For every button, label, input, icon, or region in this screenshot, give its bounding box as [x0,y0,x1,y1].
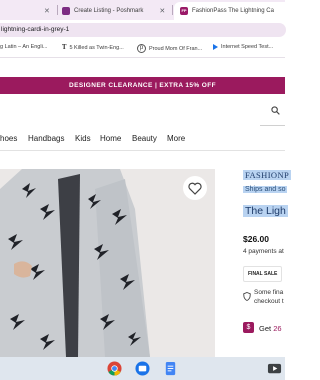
url-text: lightning-cardi-in-grey-1 [1,26,70,33]
browser-tab[interactable]: ✕ [0,2,56,20]
chrome-icon[interactable] [107,361,122,376]
docs-icon[interactable] [163,361,178,376]
os-taskbar [0,357,285,380]
rewards-text: Get 26 [259,324,282,333]
video-icon[interactable] [267,361,282,376]
nav-beauty[interactable]: Beauty [132,134,157,143]
tab-label: FashionPass The Lightning Ca [192,8,274,14]
play-icon [213,44,218,50]
search-icon[interactable] [271,106,280,115]
address-bar[interactable]: lightning-cardi-in-grey-1 [0,23,286,37]
cardigan-illustration [0,169,215,357]
bookmark-label: g Latin – An Engli... [0,44,48,50]
product-title: The Ligh [243,205,288,217]
final-sale-line: checkout t [254,298,284,305]
final-sale-line: Some fina [254,289,284,296]
browser-tab-poshmark[interactable]: Create Listing - Poshmark ✕ [58,2,174,20]
nav-home[interactable]: Home [100,134,121,143]
search-underline [260,125,285,126]
bookmark-label: Proud Mom Of Fran... [149,45,203,52]
bookmarks-bar: g Latin – An Engli... T 5 Killed as Twin… [0,40,285,58]
fashionpass-favicon-icon: FP [180,7,188,15]
category-nav: hoes Handbags Kids Home Beauty More [0,134,285,146]
product-brand[interactable]: FASHIONP [243,170,292,180]
close-icon[interactable]: ✕ [159,7,165,15]
nav-divider [0,150,285,151]
shipping-note: Ships and so [243,186,288,193]
rewards-amount: 26 [273,324,282,333]
bookmark-label: 5 Killed as Twin-Eng... [69,44,124,51]
tab-label: Create Listing - Poshmark [74,8,144,14]
final-sale-note: Some fina checkout t [254,288,284,306]
favorite-button[interactable] [183,176,207,200]
tab-divider [172,5,173,15]
browser-tab-fashionpass[interactable]: FP FashionPass The Lightning Ca [174,2,291,20]
rewards-icon: $ [243,322,254,333]
rewards-label: Get [259,324,272,333]
payment-plan: 4 payments at [243,248,284,255]
browser-tab-strip: ✕ Create Listing - Poshmark ✕ FP Fashion… [0,0,291,20]
nav-kids[interactable]: Kids [75,134,91,143]
pinterest-icon: p [137,44,146,53]
shield-icon [243,292,251,301]
nav-more[interactable]: More [167,134,185,143]
address-bar-area: lightning-cardi-in-grey-1 [0,20,286,40]
files-icon[interactable] [135,361,150,376]
bookmark-item[interactable]: p Proud Mom Of Fran... [137,44,202,53]
nav-handbags[interactable]: Handbags [28,134,64,143]
close-icon[interactable]: ✕ [44,7,50,15]
final-sale-badge: FINAL SALE [243,266,283,282]
nyt-icon: T [62,44,67,51]
product-image[interactable] [0,169,215,357]
promo-banner[interactable]: DESIGNER CLEARANCE | EXTRA 15% OFF [0,77,285,94]
bookmark-item[interactable]: g Latin – An Engli... [0,44,47,50]
heart-icon [188,182,202,195]
product-price: $26.00 [243,234,269,244]
bookmark-item[interactable]: T 5 Killed as Twin-Eng... [62,44,124,51]
nav-shoes[interactable]: hoes [0,134,17,143]
bookmark-item[interactable]: Internet Speed Test... [213,44,273,50]
poshmark-favicon-icon [62,7,70,15]
bookmark-label: Internet Speed Test... [221,44,274,50]
